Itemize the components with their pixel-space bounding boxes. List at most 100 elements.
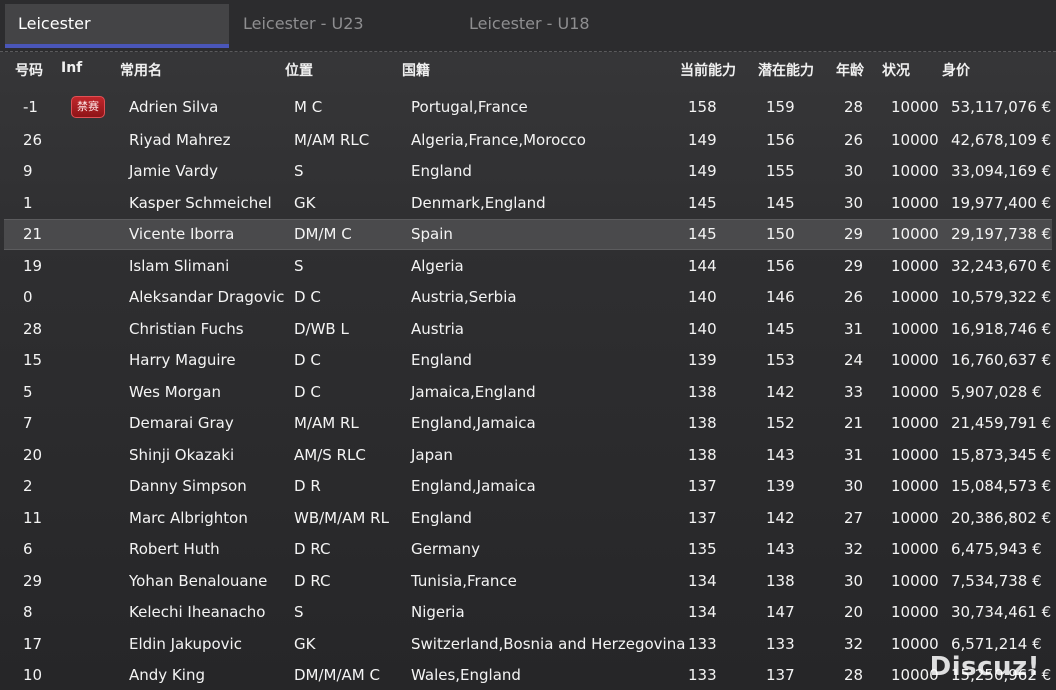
player-value: 5,907,028 € xyxy=(951,382,1042,401)
player-position: D R xyxy=(294,477,321,496)
player-value: 16,760,637 € xyxy=(951,351,1052,370)
header-number[interactable]: 号码 xyxy=(15,60,43,80)
player-info: 禁赛 xyxy=(71,96,105,118)
player-nationality: Jamaica,England xyxy=(411,382,536,401)
player-number: 19 xyxy=(23,256,43,275)
player-nationality: England,Jamaica xyxy=(411,414,536,433)
header-current-ability[interactable]: 当前能力 xyxy=(680,60,736,80)
table-row[interactable]: 1 Kasper Schmeichel GK Denmark,England 145 14… xyxy=(4,187,1052,219)
player-nationality: Switzerland,Bosnia and Herzegovina xyxy=(411,634,686,653)
player-number: 15 xyxy=(23,351,43,370)
header-potential-ability[interactable]: 潜在能力 xyxy=(758,60,814,80)
player-nationality: Algeria xyxy=(411,256,464,275)
player-condition: 10000 xyxy=(891,382,939,401)
player-condition: 10000 xyxy=(891,477,939,496)
player-potential-ability: 153 xyxy=(766,351,795,370)
player-potential-ability: 159 xyxy=(766,98,795,116)
player-current-ability: 149 xyxy=(688,130,717,149)
player-value: 30,734,461 € xyxy=(951,603,1052,622)
player-position: DM/M C xyxy=(294,225,352,244)
header-nationality[interactable]: 国籍 xyxy=(402,60,430,80)
player-nationality: England xyxy=(411,351,472,370)
player-potential-ability: 150 xyxy=(766,225,795,244)
player-number: 10 xyxy=(23,666,43,685)
player-position: D RC xyxy=(294,540,331,559)
table-row[interactable]: 19 Islam Slimani S Algeria 144 156 29 10000 32,2… xyxy=(4,250,1052,282)
watermark-text: Discuz! xyxy=(929,652,1040,682)
player-potential-ability: 155 xyxy=(766,162,795,181)
player-condition: 10000 xyxy=(891,130,939,149)
table-row[interactable]: 5 Wes Morgan D C Jamaica,England 138 142 33 100… xyxy=(4,376,1052,408)
player-position: S xyxy=(294,256,304,275)
player-current-ability: 158 xyxy=(688,98,717,116)
player-potential-ability: 156 xyxy=(766,256,795,275)
player-potential-ability: 139 xyxy=(766,477,795,496)
player-name: Vicente Iborra xyxy=(129,225,235,244)
player-age: 30 xyxy=(844,162,864,181)
header-value[interactable]: 身价 xyxy=(942,60,970,80)
header-condition[interactable]: 状况 xyxy=(882,60,910,80)
player-age: 31 xyxy=(844,319,864,338)
table-row[interactable]: 0 Aleksandar Dragovic D C Austria,Serbia 140… xyxy=(4,282,1052,314)
player-name: Kasper Schmeichel xyxy=(129,193,272,212)
player-current-ability: 138 xyxy=(688,414,717,433)
player-position: GK xyxy=(294,193,316,212)
table-row[interactable]: 2 Danny Simpson D R England,Jamaica 137 139 30… xyxy=(4,471,1052,503)
player-current-ability: 140 xyxy=(688,319,717,338)
player-age: 28 xyxy=(844,98,864,116)
player-age: 20 xyxy=(844,603,864,622)
player-current-ability: 133 xyxy=(688,666,717,685)
player-condition: 10000 xyxy=(891,319,939,338)
player-position: D C xyxy=(294,382,321,401)
table-row[interactable]: 29 Yohan Benalouane D RC Tunisia,France 134 1… xyxy=(4,565,1052,597)
table-row[interactable]: 15 Harry Maguire D C England 139 153 24 10000 16… xyxy=(4,345,1052,377)
player-nationality: Denmark,England xyxy=(411,193,546,212)
tab-leicester-u18[interactable]: Leicester - U18 xyxy=(469,4,590,48)
player-current-ability: 140 xyxy=(688,288,717,307)
table-row[interactable]: 9 Jamie Vardy S England 149 155 30 10000 33,094,… xyxy=(4,156,1052,188)
player-name: Demarai Gray xyxy=(129,414,234,433)
player-value: 6,475,943 € xyxy=(951,540,1042,559)
player-current-ability: 149 xyxy=(688,162,717,181)
header-inf[interactable]: Inf xyxy=(61,60,82,76)
table-row[interactable]: 11 Marc Albrighton WB/M/AM RL England 137 142… xyxy=(4,502,1052,534)
player-value: 15,873,345 € xyxy=(951,445,1052,464)
player-value: 7,534,738 € xyxy=(951,571,1042,590)
player-nationality: Spain xyxy=(411,225,453,244)
player-number: 11 xyxy=(23,508,43,527)
player-position: S xyxy=(294,162,304,181)
player-number: 1 xyxy=(23,193,33,212)
player-number: 5 xyxy=(23,382,33,401)
player-name: Riyad Mahrez xyxy=(129,130,231,149)
player-nationality: England xyxy=(411,162,472,181)
table-row[interactable]: 20 Shinji Okazaki AM/S RLC Japan 138 143 31 100… xyxy=(4,439,1052,471)
header-name[interactable]: 常用名 xyxy=(120,60,162,80)
suspended-badge[interactable]: 禁赛 xyxy=(71,96,105,118)
player-age: 33 xyxy=(844,382,864,401)
player-nationality: England xyxy=(411,508,472,527)
player-potential-ability: 147 xyxy=(766,603,795,622)
player-position: M/AM RL xyxy=(294,414,359,433)
table-row[interactable]: -1 禁赛 Adrien Silva M C Portugal,France 158 159… xyxy=(4,90,1052,124)
player-nationality: Algeria,France,Morocco xyxy=(411,130,586,149)
player-age: 26 xyxy=(844,130,864,149)
table-row[interactable]: 21 Vicente Iborra DM/M C Spain 145 150 29 10000… xyxy=(4,218,1052,250)
tab-leicester[interactable]: Leicester xyxy=(5,4,229,48)
table-row[interactable]: 6 Robert Huth D RC Germany 135 143 32 10000 6,47… xyxy=(4,534,1052,566)
header-position[interactable]: 位置 xyxy=(285,60,313,80)
tab-leicester-u23[interactable]: Leicester - U23 xyxy=(243,4,364,48)
player-potential-ability: 145 xyxy=(766,193,795,212)
player-age: 26 xyxy=(844,288,864,307)
table-row[interactable]: 26 Riyad Mahrez M/AM RLC Algeria,France,Mor… xyxy=(4,124,1052,156)
player-age: 30 xyxy=(844,477,864,496)
table-row[interactable]: 17 Eldin Jakupovic GK Switzerland,Bosnia an… xyxy=(4,628,1052,660)
player-potential-ability: 145 xyxy=(766,319,795,338)
table-row[interactable]: 28 Christian Fuchs D/WB L Austria 140 145 31 10… xyxy=(4,313,1052,345)
player-current-ability: 137 xyxy=(688,508,717,527)
player-name: Harry Maguire xyxy=(129,351,236,370)
table-row[interactable]: 7 Demarai Gray M/AM RL England,Jamaica 138 15… xyxy=(4,408,1052,440)
player-value: 6,571,214 € xyxy=(951,634,1042,653)
table-row[interactable]: 8 Kelechi Iheanacho S Nigeria 134 147 20 10000 3… xyxy=(4,597,1052,629)
header-age[interactable]: 年龄 xyxy=(836,60,864,80)
table-row[interactable]: 10 Andy King DM/M/AM C Wales,England 133 137 2… xyxy=(4,660,1052,690)
